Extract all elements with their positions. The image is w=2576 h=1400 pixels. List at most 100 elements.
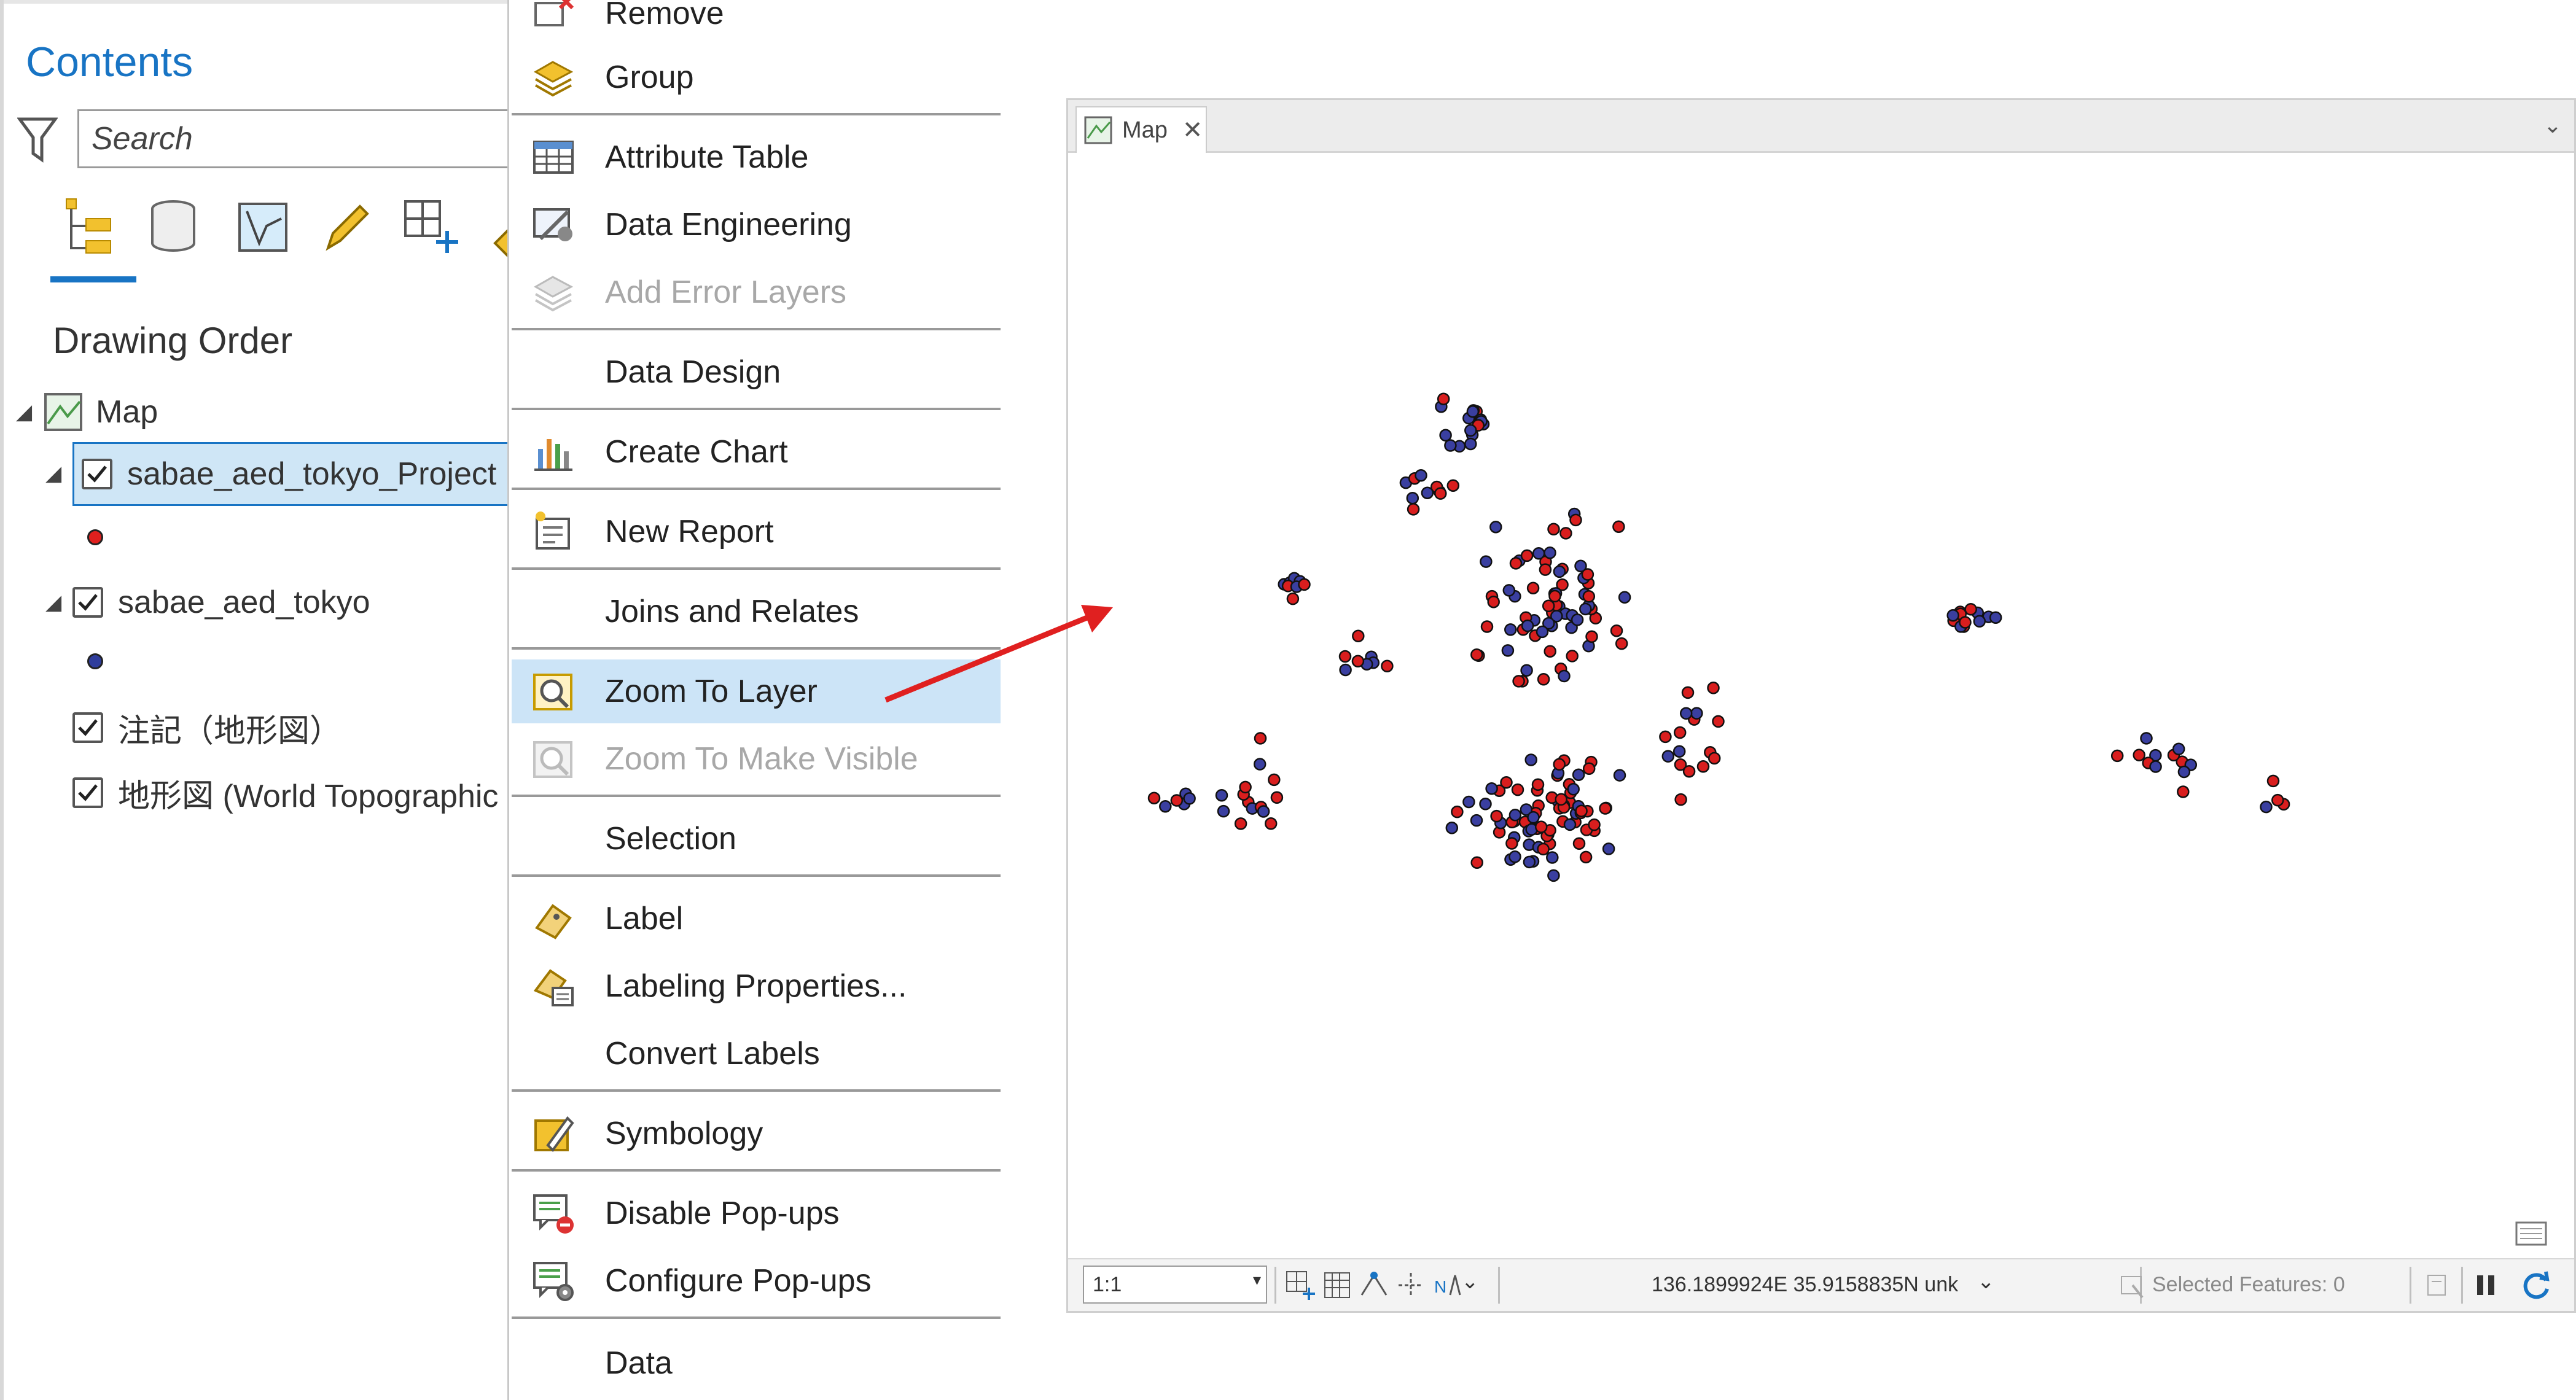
feature-point[interactable] [2266,774,2280,788]
feature-point[interactable] [1464,424,1477,437]
feature-point[interactable] [1964,602,1977,616]
feature-point[interactable] [1679,707,1693,720]
blue-point-symbol[interactable] [87,653,103,669]
menu-item-zoom-to-layer[interactable]: Zoom To Layer [512,659,1001,723]
feature-point[interactable] [1553,758,1566,771]
feature-point[interactable] [1147,791,1161,804]
layer-row-project[interactable]: ◢ [45,446,72,501]
feature-point[interactable] [2140,732,2153,745]
feature-point[interactable] [1159,799,1172,813]
feature-point[interactable] [1674,793,1687,806]
feature-point[interactable] [1254,732,1267,745]
feature-point[interactable] [1439,429,1452,442]
feature-point[interactable] [1270,791,1284,804]
feature-point[interactable] [1464,437,1477,451]
feature-point[interactable] [1673,726,1687,739]
feature-point[interactable] [1563,818,1577,831]
layer-checkbox[interactable] [72,777,103,808]
feature-point[interactable] [1434,487,1447,500]
feature-point[interactable] [1534,820,1548,833]
feature-point[interactable] [2260,800,2273,814]
menu-item-convert-labels[interactable]: Convert Labels [512,1022,1001,1086]
feature-point[interactable] [1470,814,1483,827]
menu-item-data-design[interactable]: Data Design [512,340,1001,404]
feature-point[interactable] [1509,850,1521,863]
feature-point[interactable] [1612,520,1625,533]
feature-point[interactable] [1575,804,1588,817]
feature-point[interactable] [1415,469,1427,482]
map-tree-item[interactable]: ◢ Map [16,384,158,440]
feature-point[interactable] [1501,644,1515,657]
feature-point[interactable] [1470,648,1483,661]
feature-point[interactable] [1521,619,1534,632]
feature-point[interactable] [1479,798,1492,811]
layer-checkbox[interactable] [82,459,112,489]
feature-point[interactable] [1579,850,1593,864]
feature-point[interactable] [1509,557,1523,570]
feature-point[interactable] [1520,664,1533,677]
feature-point[interactable] [1286,592,1300,605]
feature-point[interactable] [1234,817,1247,830]
feature-point[interactable] [1610,624,1623,637]
feature-point[interactable] [1708,752,1721,765]
feature-point[interactable] [1546,851,1559,864]
feature-point[interactable] [1490,809,1503,823]
feature-point[interactable] [1437,392,1450,405]
feature-point[interactable] [1485,782,1498,795]
feature-point[interactable] [1505,837,1518,850]
menu-item-group[interactable]: Group [512,45,1001,109]
feature-point[interactable] [1531,778,1545,791]
chevron-down-icon[interactable]: ⌄ [1977,1269,2012,1304]
feature-point[interactable] [1257,805,1270,818]
feature-point[interactable] [1351,655,1365,668]
feature-point[interactable] [1582,762,1596,776]
feature-point[interactable] [1542,599,1555,613]
feature-point[interactable] [1523,855,1536,869]
feature-point[interactable] [1572,768,1585,781]
feature-point[interactable] [1480,620,1494,633]
feature-point[interactable] [1470,856,1483,869]
feature-point[interactable] [1602,842,1615,855]
feature-point[interactable] [1462,795,1475,809]
expanded-triangle-icon[interactable]: ◢ [45,461,72,486]
feature-point[interactable] [2149,760,2162,773]
snapping-icon[interactable] [1357,1268,1391,1302]
menu-item-label[interactable]: Label [512,887,1001,951]
map-tab[interactable]: Map ✕ [1075,106,1207,153]
feature-point[interactable] [1566,650,1579,663]
feature-point[interactable] [1615,637,1628,650]
feature-point[interactable] [1170,794,1184,807]
menu-item-labeling-properties[interactable]: Labeling Properties... [512,954,1001,1018]
feature-point[interactable] [1559,527,1572,540]
search-input[interactable] [79,111,518,166]
feature-point[interactable] [1536,625,1549,639]
feature-point[interactable] [1215,788,1228,802]
dropdown-arrow-icon[interactable]: ▾ [1253,1270,1261,1289]
feature-point[interactable] [1712,715,1725,728]
map-overview-icon[interactable] [2513,1216,2550,1253]
feature-point[interactable] [1681,686,1695,699]
feature-point[interactable] [1959,616,1972,629]
feature-point[interactable] [1407,503,1420,516]
feature-point[interactable] [2110,749,2124,763]
layer-row-basemap[interactable]: 地形図 (World Topographic [72,765,513,820]
feature-point[interactable] [1268,773,1281,787]
feature-point[interactable] [1512,675,1525,688]
feature-point[interactable] [1264,817,1278,830]
search-field[interactable] [77,109,520,168]
feature-point[interactable] [1569,513,1582,527]
layer-checkbox[interactable] [72,712,103,743]
feature-point[interactable] [1298,578,1311,591]
layer-row-annotation[interactable]: 注記（地形図） [72,700,342,755]
feature-point[interactable] [1539,563,1552,576]
list-by-selection-icon[interactable] [232,194,294,262]
feature-point[interactable] [1520,549,1534,562]
feature-point[interactable] [1544,645,1556,658]
feature-point[interactable] [1613,769,1626,782]
feature-point[interactable] [1707,682,1720,694]
menu-item-new-report[interactable]: New Report [512,500,1001,564]
feature-point[interactable] [1558,669,1571,683]
feature-point[interactable] [1480,555,1493,568]
feature-point[interactable] [1352,629,1365,643]
feature-point[interactable] [1579,602,1592,616]
